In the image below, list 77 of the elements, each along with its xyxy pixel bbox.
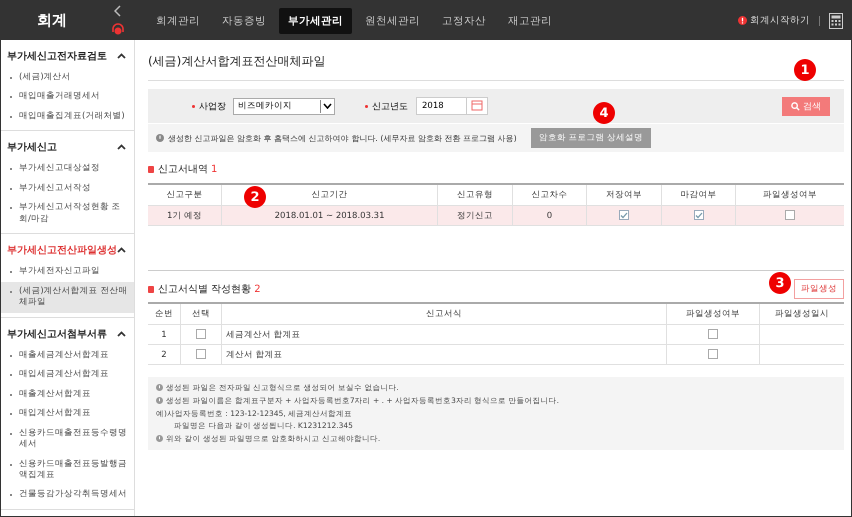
business-label: 사업장 bbox=[192, 100, 226, 112]
column-header: 선택 bbox=[180, 303, 222, 324]
notice-text: 생성한 신고파일은 암호화 후 홈택스에 신고하여야 합니다. (세무자료 암호화 전환 프로그램 사용) bbox=[168, 132, 517, 144]
checkbox[interactable] bbox=[196, 349, 206, 360]
column-header: 파일생성여부 bbox=[736, 184, 844, 206]
nav-tab[interactable]: 원천세관리 bbox=[356, 8, 429, 34]
count-label: 2 bbox=[254, 284, 261, 294]
caret-up-icon[interactable] bbox=[117, 144, 126, 150]
table-cell: 1기 예정 bbox=[148, 206, 222, 226]
section-title: 신고서식별 작성현황 bbox=[158, 283, 252, 296]
alert-icon bbox=[738, 16, 747, 25]
column-header: 순번 bbox=[148, 303, 180, 324]
nav-tab[interactable]: 자동증빙 bbox=[213, 8, 275, 34]
column-header: 신고서식 bbox=[222, 303, 666, 324]
caret-up-icon[interactable] bbox=[117, 53, 126, 59]
dropdown-caret-icon bbox=[323, 103, 332, 109]
info-icon bbox=[156, 397, 163, 404]
sidebar-item[interactable]: 매입매출집계표(거래처별) bbox=[1, 106, 134, 126]
info-icon bbox=[156, 384, 163, 392]
column-header: 마감여부 bbox=[661, 184, 736, 206]
sidebar-item[interactable]: 부가세전자신고파일 bbox=[1, 262, 134, 282]
start-link[interactable]: 회계시작하기 bbox=[750, 14, 810, 27]
table-cell: 정기신고 bbox=[438, 206, 512, 226]
table-row[interactable]: 1기 예정 2018.01.01 ~ 2018.03.31 정기신고 0 bbox=[148, 206, 844, 226]
sidebar-item[interactable]: 매입세금계산서합계표 bbox=[1, 365, 134, 385]
checkbox[interactable] bbox=[196, 329, 206, 340]
section-marker-icon bbox=[148, 166, 154, 172]
column-header: 신고유형 bbox=[438, 184, 512, 206]
sidebar-item[interactable]: 신용카드매출전표등수령명세서 bbox=[1, 424, 134, 454]
file-generate-button[interactable]: 파일생성 bbox=[794, 279, 844, 299]
number-callout: 3 bbox=[769, 272, 791, 294]
calculator-icon[interactable] bbox=[829, 12, 843, 28]
sidebar-item[interactable]: 부가세신고서작성 bbox=[1, 178, 134, 198]
table-cell: 1 bbox=[148, 324, 180, 344]
sidebar-item[interactable]: 매입계산서합계표 bbox=[1, 404, 134, 424]
table-cell: 0 bbox=[512, 206, 587, 226]
sidebar-item[interactable]: 매입매출거래명세서 bbox=[1, 87, 134, 107]
caret-up-icon[interactable] bbox=[117, 330, 126, 337]
sidebar-item[interactable]: 부가세신고대상설정 bbox=[1, 159, 134, 179]
count-label: 1 bbox=[211, 164, 218, 174]
sidebar-item[interactable]: (세금)계산서 bbox=[1, 68, 134, 88]
table-cell: 2 bbox=[148, 344, 180, 364]
year-field[interactable]: 2018 bbox=[416, 97, 467, 115]
business-select[interactable]: 비즈메카이지 bbox=[233, 98, 335, 114]
sidebar-item[interactable]: 건물등감가상각취득명세서 bbox=[1, 485, 134, 505]
sidebar-item[interactable]: 매출세금계산서합계표 bbox=[1, 346, 134, 366]
nav-tab[interactable]: 재고관리 bbox=[499, 8, 561, 34]
info-icon bbox=[156, 435, 163, 442]
info-icon bbox=[156, 134, 164, 142]
calendar-icon[interactable] bbox=[466, 97, 488, 115]
table-cell: 2018.01.01 ~ 2018.03.31 bbox=[222, 206, 438, 226]
nav-tab[interactable]: 회계관리 bbox=[147, 8, 209, 34]
column-header: 신고차수 bbox=[512, 184, 587, 206]
column-header: 저장여부 bbox=[586, 184, 662, 206]
nav-tab[interactable]: 고정자산 bbox=[433, 8, 495, 34]
column-header: 파일생성여부 bbox=[666, 303, 760, 324]
app-title: 회계 bbox=[36, 11, 68, 30]
help-headset-icon[interactable] bbox=[111, 23, 125, 36]
column-header: 파일생성일시 bbox=[760, 303, 844, 324]
column-header: 신고구분 bbox=[148, 184, 222, 206]
sidebar-group-title[interactable]: 부가세신고서첨부서류 bbox=[7, 326, 107, 341]
table-cell: 세금계산서 합계표 bbox=[222, 324, 666, 344]
search-icon bbox=[791, 102, 800, 110]
caret-up-icon[interactable] bbox=[117, 247, 126, 254]
nav-tab[interactable]: 부가세관리 bbox=[279, 8, 352, 34]
section-title: 신고서내역 bbox=[158, 163, 208, 176]
year-label: 신고년도 bbox=[365, 100, 408, 112]
sidebar-group-title[interactable]: 부가세신고전자료검토 bbox=[7, 49, 107, 63]
sidebar-item[interactable]: 매출계산서합계표 bbox=[1, 384, 134, 404]
sidebar-group-title[interactable]: 부가세신고 bbox=[7, 140, 57, 154]
table-cell: 계산서 합계표 bbox=[222, 344, 666, 364]
sidebar-group-title[interactable]: 부가세신고전산파일생성 bbox=[7, 243, 117, 258]
section-marker-icon bbox=[148, 286, 154, 292]
number-callout: 1 bbox=[794, 59, 816, 81]
sidebar-item[interactable]: 신용카드매출전표등발행금액집계표 bbox=[1, 454, 134, 486]
sidebar-item[interactable]: 부가세신고서작성현황 조회/마감 bbox=[1, 198, 134, 230]
sidebar-item[interactable]: (세금)계산서합계표 전산매체파일 bbox=[1, 282, 134, 313]
